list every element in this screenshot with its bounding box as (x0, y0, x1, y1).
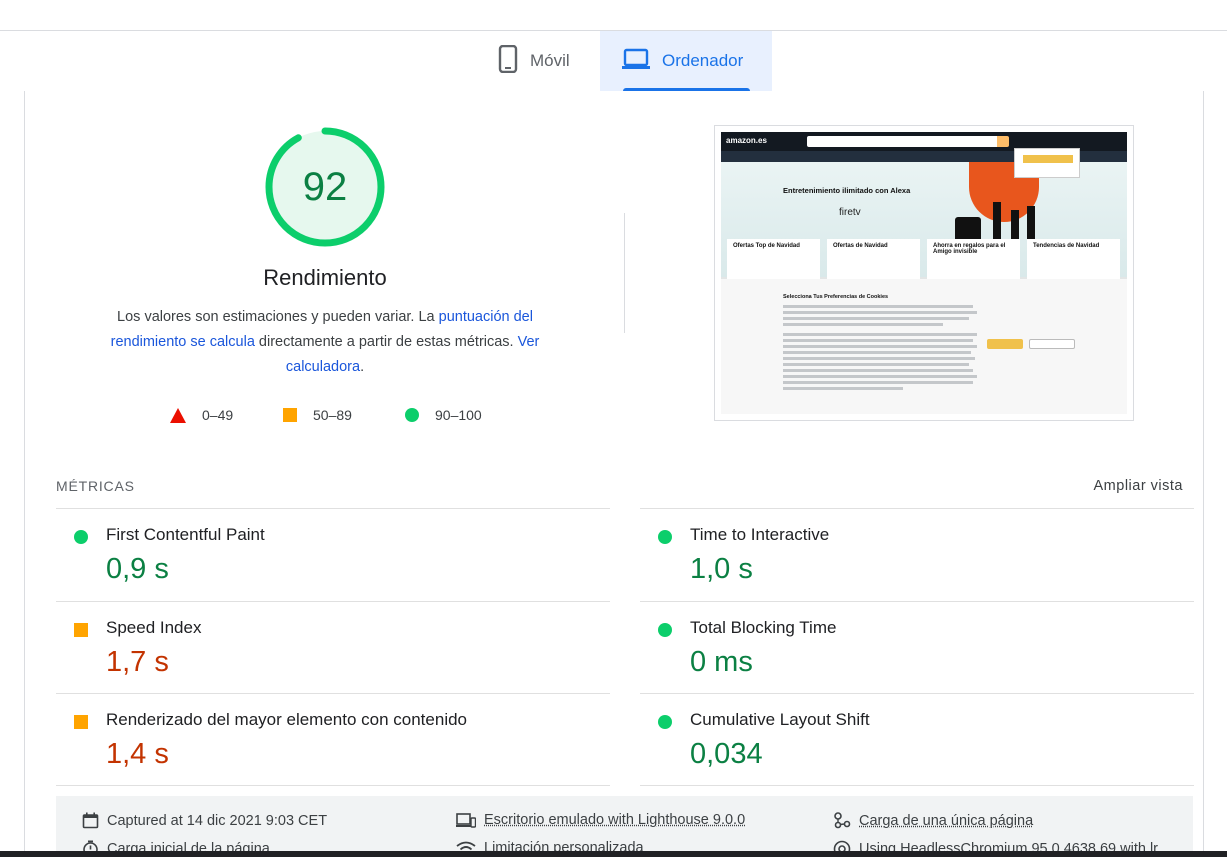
metric-name: First Contentful Paint (106, 525, 265, 545)
cookie-text-line (783, 323, 943, 326)
metric-value: 1,0 s (690, 553, 753, 586)
amazon-logo: amazon.es (726, 136, 767, 145)
triangle-icon (170, 408, 186, 423)
cookie-text-line (783, 339, 973, 342)
good-status-icon (74, 530, 88, 544)
amazon-search-bar (807, 136, 1007, 147)
cookie-banner: Selecciona Tus Preferencias de Cookies (721, 279, 1127, 414)
cookie-text-line (783, 317, 969, 320)
vertical-divider (624, 213, 625, 333)
metric-total-blocking-time: Total Blocking Time 0 ms (640, 601, 1194, 694)
metric-name: Speed Index (106, 618, 201, 638)
amazon-signin-popup (1014, 148, 1080, 178)
single-page-text: Carga de una única página (859, 813, 1033, 829)
cookie-text-line (783, 311, 977, 314)
page-screenshot[interactable]: amazon.es Entretenimiento ilimitado con … (714, 125, 1134, 421)
runtime-settings: Captured at 14 dic 2021 9:03 CET Escrito… (56, 796, 1193, 857)
cookie-text-line (783, 357, 975, 360)
metric-name: Time to Interactive (690, 525, 829, 545)
legend-item-good: 90–100 (405, 405, 482, 425)
metric-first-contentful-paint: First Contentful Paint 0,9 s (56, 508, 610, 601)
metric-name: Total Blocking Time (690, 618, 836, 638)
cookie-text-line (783, 305, 973, 308)
amazon-search-button (997, 136, 1009, 147)
legend-range: 0–49 (202, 407, 233, 423)
hero-title: Entretenimiento ilimitado con Alexa (783, 186, 910, 195)
phone-icon (498, 45, 518, 78)
expand-view-toggle[interactable]: Ampliar vista (1094, 478, 1184, 494)
cookie-text-line (783, 369, 973, 372)
cookie-accept-button (987, 339, 1023, 349)
amazon-card: Tendencias de Navidad (1027, 239, 1120, 279)
metrics-header: MÉTRICAS Ampliar vista (56, 478, 1183, 498)
tab-desktop-label: Ordenador (662, 51, 743, 71)
legend-item-poor: 0–49 (170, 405, 233, 425)
good-status-icon (658, 530, 672, 544)
devices-icon (456, 813, 476, 828)
amazon-card: Ofertas de Navidad (827, 239, 920, 279)
amazon-card: Ofertas Top de Navidad (727, 239, 820, 279)
bottom-edge (0, 851, 1227, 857)
cookie-text-line (783, 381, 973, 384)
signin-button (1023, 155, 1073, 163)
metric-time-to-interactive: Time to Interactive 1,0 s (640, 508, 1194, 601)
laptop-icon (622, 48, 650, 75)
device-tabs: Móvil Ordenador (0, 31, 1227, 91)
legend-item-average: 50–89 (283, 405, 352, 425)
screenshot-thumbnail: amazon.es Entretenimiento ilimitado con … (721, 132, 1127, 414)
cookie-text-line (783, 333, 977, 336)
cookie-text-line (783, 351, 971, 354)
description-text: Los valores son estimaciones y pueden va… (117, 309, 439, 325)
cookie-customize-button (1029, 339, 1075, 349)
metric-value: 1,4 s (106, 738, 169, 771)
nodes-icon (833, 812, 851, 829)
cookie-text-line (783, 375, 977, 378)
performance-score: 92 (263, 125, 387, 249)
tab-desktop[interactable]: Ordenador (600, 31, 772, 91)
report-panel: 92 Rendimiento Los valores son estimacio… (24, 91, 1204, 857)
hero-brand: firetv (839, 207, 861, 218)
metric-speed-index: Speed Index 1,7 s (56, 601, 610, 694)
performance-gauge: 92 (263, 125, 387, 249)
amazon-card: Ahorra en regalos para el Amigo invisibl… (927, 239, 1020, 279)
metric-name: Renderizado del mayor elemento con conte… (106, 710, 467, 730)
average-status-icon (74, 623, 88, 637)
hero-device (993, 202, 1001, 244)
captured-text: Captured at 14 dic 2021 9:03 CET (107, 813, 327, 829)
metrics-title: MÉTRICAS (56, 478, 135, 494)
tab-mobile-label: Móvil (530, 51, 570, 71)
metric-largest-contentful-paint: Renderizado del mayor elemento con conte… (56, 693, 610, 786)
performance-description: Los valores son estimaciones y pueden va… (85, 305, 565, 380)
emulation-info[interactable]: Escritorio emulado with Lighthouse 9.0.0 (456, 812, 745, 828)
description-text-middle: directamente a partir de estas métricas. (255, 334, 518, 350)
square-icon (283, 408, 297, 422)
cookie-text-line (783, 345, 977, 348)
metrics-divider (640, 785, 1194, 786)
tab-mobile[interactable]: Móvil (490, 31, 600, 91)
cookie-text-line (783, 387, 903, 390)
metric-value: 1,7 s (106, 646, 169, 679)
metrics-divider (56, 785, 610, 786)
calendar-icon (82, 812, 99, 829)
circle-icon (405, 408, 419, 422)
legend-range: 50–89 (313, 407, 352, 423)
average-status-icon (74, 715, 88, 729)
description-text-end: . (360, 359, 364, 375)
legend-range: 90–100 (435, 407, 482, 423)
metric-value: 0,034 (690, 738, 763, 771)
metric-value: 0 ms (690, 646, 753, 679)
metric-value: 0,9 s (106, 553, 169, 586)
performance-title: Rendimiento (85, 265, 565, 291)
captured-info: Captured at 14 dic 2021 9:03 CET (82, 812, 327, 829)
single-page-info[interactable]: Carga de una única página (833, 812, 1033, 829)
good-status-icon (658, 623, 672, 637)
top-bar (0, 0, 1227, 31)
emulation-text: Escritorio emulado with Lighthouse 9.0.0 (484, 812, 745, 828)
good-status-icon (658, 715, 672, 729)
cookie-text-line (783, 363, 969, 366)
score-legend: 0–49 50–89 90–100 (170, 405, 530, 425)
metric-name: Cumulative Layout Shift (690, 710, 870, 730)
metric-cumulative-layout-shift: Cumulative Layout Shift 0,034 (640, 693, 1194, 786)
cookie-title: Selecciona Tus Preferencias de Cookies (783, 294, 888, 300)
